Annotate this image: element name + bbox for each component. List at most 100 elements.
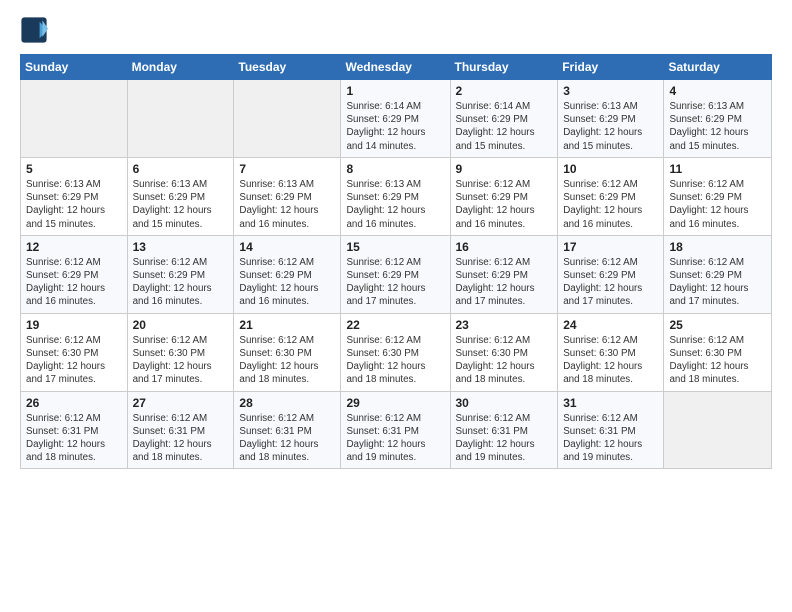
header-cell-friday: Friday	[558, 55, 664, 80]
day-info: Sunrise: 6:13 AMSunset: 6:29 PMDaylight:…	[563, 100, 658, 153]
day-cell: 7 Sunrise: 6:13 AMSunset: 6:29 PMDaylight…	[234, 157, 341, 235]
day-cell: 1Sunrise: 6:14 AMSunset: 6:29 PMDaylight…	[341, 80, 450, 158]
day-number: 14	[239, 240, 335, 254]
day-info: Sunrise: 6:12 AMSunset: 6:29 PMDaylight:…	[563, 178, 658, 231]
header-cell-thursday: Thursday	[450, 55, 558, 80]
day-number: 7	[239, 162, 335, 176]
day-number: 28	[239, 396, 335, 410]
day-number: 22	[346, 318, 444, 332]
day-number: 31	[563, 396, 658, 410]
day-number: 10	[563, 162, 658, 176]
logo	[20, 16, 50, 44]
day-cell	[127, 80, 234, 158]
day-cell: 22 Sunrise: 6:12 AMSunset: 6:30 PMDayligh…	[341, 313, 450, 391]
header-cell-tuesday: Tuesday	[234, 55, 341, 80]
day-cell: 20Sunrise: 6:12 AMSunset: 6:30 PMDayligh…	[127, 313, 234, 391]
day-cell: 30Sunrise: 6:12 AMSunset: 6:31 PMDayligh…	[450, 391, 558, 469]
day-number: 17	[563, 240, 658, 254]
day-number: 2	[456, 84, 553, 98]
day-info: Sunrise: 6:13 AMSunset: 6:29 PMDaylight:…	[239, 178, 335, 231]
day-info: Sunrise: 6:13 AMSunset: 6:29 PMDaylight:…	[346, 178, 444, 231]
header-cell-wednesday: Wednesday	[341, 55, 450, 80]
day-number: 16	[456, 240, 553, 254]
day-cell: 4 Sunrise: 6:13 AMSunset: 6:29 PMDaylight…	[664, 80, 772, 158]
day-cell: 5 Sunrise: 6:13 AMSunset: 6:29 PMDaylight…	[21, 157, 128, 235]
week-row-1: 1 Sunrise: 6:14 AMSunset: 6:29 PMDaylight…	[21, 80, 772, 158]
day-cell: 15Sunrise: 6:12 AMSunset: 6:29 PMDayligh…	[341, 235, 450, 313]
day-cell: 10 Sunrise: 6:12 AMSunset: 6:29 PMDayligh…	[558, 157, 664, 235]
day-info: Sunrise: 6:12 AMSunset: 6:30 PMDaylight:…	[669, 334, 766, 387]
day-number: 6	[133, 162, 229, 176]
day-number: 4	[669, 84, 766, 98]
day-info: Sunrise: 6:12 AMSunset: 6:30 PMDaylight:…	[346, 334, 444, 387]
day-info: Sunrise: 6:12 AMSunset: 6:31 PMDaylight:…	[456, 412, 553, 465]
week-row-5: 26 Sunrise: 6:12 AMSunset: 6:31 PMDayligh…	[21, 391, 772, 469]
day-info: Sunrise: 6:13 AMSunset: 6:29 PMDaylight:…	[26, 178, 122, 231]
day-info: Sunrise: 6:13 AMSunset: 6:29 PMDaylight:…	[669, 100, 766, 153]
day-cell: 6 Sunrise: 6:13 AMSunset: 6:29 PMDaylight…	[127, 157, 234, 235]
day-number: 5	[26, 162, 122, 176]
header-cell-saturday: Saturday	[664, 55, 772, 80]
day-info: Sunrise: 6:12 AMSunset: 6:30 PMDaylight:…	[456, 334, 553, 387]
day-number: 1	[346, 84, 444, 98]
header-cell-sunday: Sunday	[21, 55, 128, 80]
day-number: 27	[133, 396, 229, 410]
day-info: Sunrise: 6:12 AMSunset: 6:29 PMDaylight:…	[346, 256, 444, 309]
day-info: Sunrise: 6:12 AMSunset: 6:30 PMDaylight:…	[563, 334, 658, 387]
day-cell: 8 Sunrise: 6:13 AMSunset: 6:29 PMDaylight…	[341, 157, 450, 235]
day-number: 8	[346, 162, 444, 176]
day-info: Sunrise: 6:12 AMSunset: 6:29 PMDaylight:…	[669, 256, 766, 309]
week-row-3: 12Sunrise: 6:12 AMSunset: 6:29 PMDayligh…	[21, 235, 772, 313]
day-cell: 11Sunrise: 6:12 AMSunset: 6:29 PMDayligh…	[664, 157, 772, 235]
day-info: Sunrise: 6:14 AMSunset: 6:29 PMDaylight:…	[456, 100, 553, 153]
day-number: 26	[26, 396, 122, 410]
day-number: 19	[26, 318, 122, 332]
day-info: Sunrise: 6:12 AMSunset: 6:31 PMDaylight:…	[133, 412, 229, 465]
day-number: 9	[456, 162, 553, 176]
day-cell: 12Sunrise: 6:12 AMSunset: 6:29 PMDayligh…	[21, 235, 128, 313]
day-number: 23	[456, 318, 553, 332]
day-cell: 13 Sunrise: 6:12 AMSunset: 6:29 PMDayligh…	[127, 235, 234, 313]
day-cell: 19 Sunrise: 6:12 AMSunset: 6:30 PMDayligh…	[21, 313, 128, 391]
day-info: Sunrise: 6:12 AMSunset: 6:29 PMDaylight:…	[563, 256, 658, 309]
day-cell: 23 Sunrise: 6:12 AMSunset: 6:30 PMDayligh…	[450, 313, 558, 391]
day-info: Sunrise: 6:12 AMSunset: 6:29 PMDaylight:…	[133, 256, 229, 309]
day-info: Sunrise: 6:12 AMSunset: 6:31 PMDaylight:…	[239, 412, 335, 465]
day-number: 24	[563, 318, 658, 332]
day-cell	[21, 80, 128, 158]
day-number: 20	[133, 318, 229, 332]
day-cell: 14 Sunrise: 6:12 AMSunset: 6:29 PMDayligh…	[234, 235, 341, 313]
day-info: Sunrise: 6:12 AMSunset: 6:30 PMDaylight:…	[239, 334, 335, 387]
day-number: 21	[239, 318, 335, 332]
day-cell: 31 Sunrise: 6:12 AMSunset: 6:31 PMDayligh…	[558, 391, 664, 469]
day-info: Sunrise: 6:12 AMSunset: 6:30 PMDaylight:…	[26, 334, 122, 387]
day-info: Sunrise: 6:12 AMSunset: 6:31 PMDaylight:…	[346, 412, 444, 465]
calendar-table: SundayMondayTuesdayWednesdayThursdayFrid…	[20, 54, 772, 469]
logo-icon	[20, 16, 48, 44]
day-cell: 29 Sunrise: 6:12 AMSunset: 6:31 PMDayligh…	[341, 391, 450, 469]
header	[20, 16, 772, 44]
day-cell: 9Sunrise: 6:12 AMSunset: 6:29 PMDaylight…	[450, 157, 558, 235]
day-number: 18	[669, 240, 766, 254]
day-cell: 17 Sunrise: 6:12 AMSunset: 6:29 PMDayligh…	[558, 235, 664, 313]
header-cell-monday: Monday	[127, 55, 234, 80]
day-info: Sunrise: 6:12 AMSunset: 6:31 PMDaylight:…	[563, 412, 658, 465]
day-info: Sunrise: 6:13 AMSunset: 6:29 PMDaylight:…	[133, 178, 229, 231]
day-number: 25	[669, 318, 766, 332]
day-number: 29	[346, 396, 444, 410]
day-cell: 2 Sunrise: 6:14 AMSunset: 6:29 PMDaylight…	[450, 80, 558, 158]
day-cell: 24 Sunrise: 6:12 AMSunset: 6:30 PMDayligh…	[558, 313, 664, 391]
day-info: Sunrise: 6:12 AMSunset: 6:29 PMDaylight:…	[26, 256, 122, 309]
day-cell	[664, 391, 772, 469]
day-cell: 21 Sunrise: 6:12 AMSunset: 6:30 PMDayligh…	[234, 313, 341, 391]
day-info: Sunrise: 6:12 AMSunset: 6:29 PMDaylight:…	[239, 256, 335, 309]
day-cell: 3Sunrise: 6:13 AMSunset: 6:29 PMDaylight…	[558, 80, 664, 158]
day-number: 13	[133, 240, 229, 254]
day-info: Sunrise: 6:12 AMSunset: 6:29 PMDaylight:…	[456, 256, 553, 309]
day-cell: 25 Sunrise: 6:12 AMSunset: 6:30 PMDayligh…	[664, 313, 772, 391]
week-row-4: 19 Sunrise: 6:12 AMSunset: 6:30 PMDayligh…	[21, 313, 772, 391]
day-info: Sunrise: 6:12 AMSunset: 6:31 PMDaylight:…	[26, 412, 122, 465]
day-cell: 18 Sunrise: 6:12 AMSunset: 6:29 PMDayligh…	[664, 235, 772, 313]
day-cell: 27 Sunrise: 6:12 AMSunset: 6:31 PMDayligh…	[127, 391, 234, 469]
header-row: SundayMondayTuesdayWednesdayThursdayFrid…	[21, 55, 772, 80]
